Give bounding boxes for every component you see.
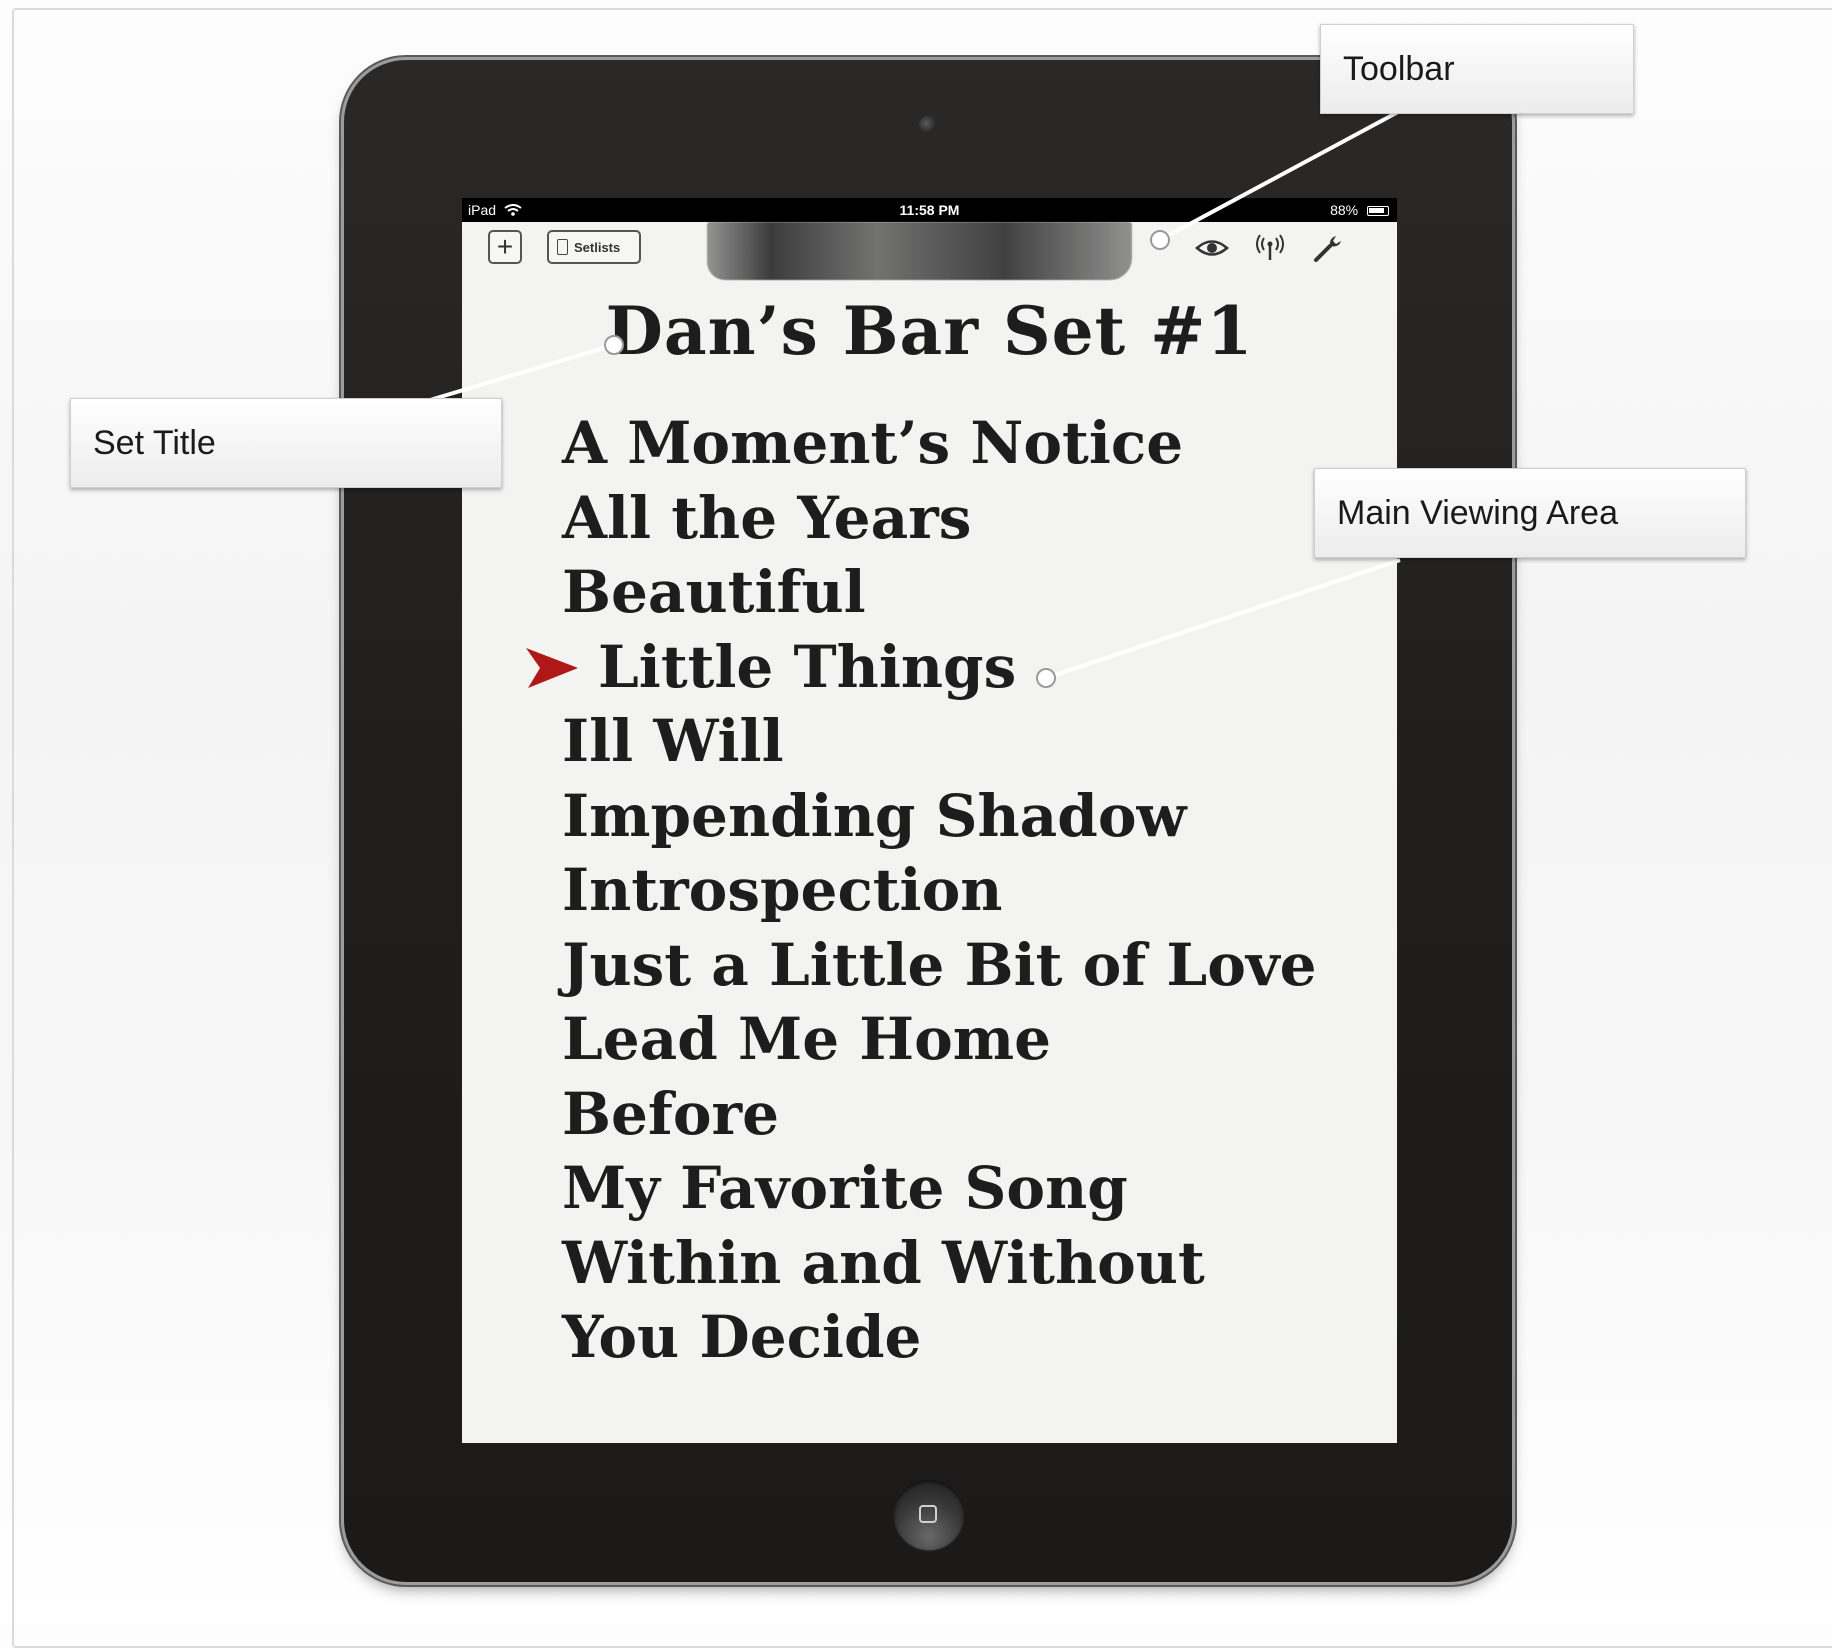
callout-main-viewing-area-label: Main Viewing Area bbox=[1337, 493, 1618, 532]
tape-decoration bbox=[707, 222, 1132, 280]
callout-set-title: Set Title bbox=[70, 398, 502, 488]
broadcast-icon[interactable] bbox=[1252, 230, 1288, 266]
song-item[interactable]: All the Years bbox=[562, 481, 1316, 556]
callout-toolbar-label: Toolbar bbox=[1343, 49, 1455, 88]
play-marker-icon bbox=[526, 647, 578, 688]
song-item[interactable]: Ill Will bbox=[562, 704, 1316, 779]
battery-percent: 88% bbox=[1330, 202, 1359, 218]
wrench-icon[interactable] bbox=[1310, 230, 1346, 266]
current-song-label: Little Things bbox=[598, 632, 1017, 701]
song-item[interactable]: You Decide bbox=[562, 1300, 1316, 1375]
add-button[interactable]: + bbox=[488, 230, 522, 264]
callout-set-title-label: Set Title bbox=[93, 423, 216, 462]
song-item[interactable]: Introspection bbox=[562, 853, 1316, 928]
song-item[interactable]: Impending Shadow bbox=[562, 779, 1316, 854]
song-list: A Moment’s Notice All the Years Beautifu… bbox=[526, 406, 1316, 1375]
song-item[interactable]: Lead Me Home bbox=[562, 1002, 1316, 1077]
song-item[interactable]: Before bbox=[562, 1077, 1316, 1152]
callout-main-viewing-area: Main Viewing Area bbox=[1314, 468, 1746, 558]
song-item-current[interactable]: Little Things bbox=[526, 630, 1316, 705]
document-icon bbox=[557, 239, 568, 255]
setlists-button[interactable]: Setlists bbox=[547, 230, 641, 264]
home-square-icon bbox=[919, 1505, 937, 1523]
song-item[interactable]: My Favorite Song bbox=[562, 1151, 1316, 1226]
battery-icon bbox=[1367, 206, 1389, 217]
toolbar: + Setlists bbox=[462, 222, 1397, 282]
setlists-label: Setlists bbox=[574, 239, 621, 255]
song-item[interactable]: Beautiful bbox=[562, 555, 1316, 630]
camera-lens bbox=[919, 116, 937, 134]
eye-icon[interactable] bbox=[1194, 230, 1230, 266]
status-time: 11:58 PM bbox=[899, 202, 960, 218]
set-title[interactable]: Dan’s Bar Set #1 bbox=[462, 286, 1397, 376]
song-item[interactable]: Within and Without bbox=[562, 1226, 1316, 1301]
callout-toolbar: Toolbar bbox=[1320, 24, 1634, 114]
home-button[interactable] bbox=[894, 1480, 964, 1550]
plus-icon: + bbox=[496, 231, 514, 262]
song-item[interactable]: Just a Little Bit of Love bbox=[562, 928, 1316, 1003]
app-screen: iPad 11:58 PM 88% + Setlists Dan’s Bar S… bbox=[462, 198, 1397, 1443]
status-battery: 88% bbox=[1330, 198, 1389, 222]
status-bar: iPad 11:58 PM 88% bbox=[462, 198, 1397, 222]
song-item[interactable]: A Moment’s Notice bbox=[562, 406, 1316, 481]
